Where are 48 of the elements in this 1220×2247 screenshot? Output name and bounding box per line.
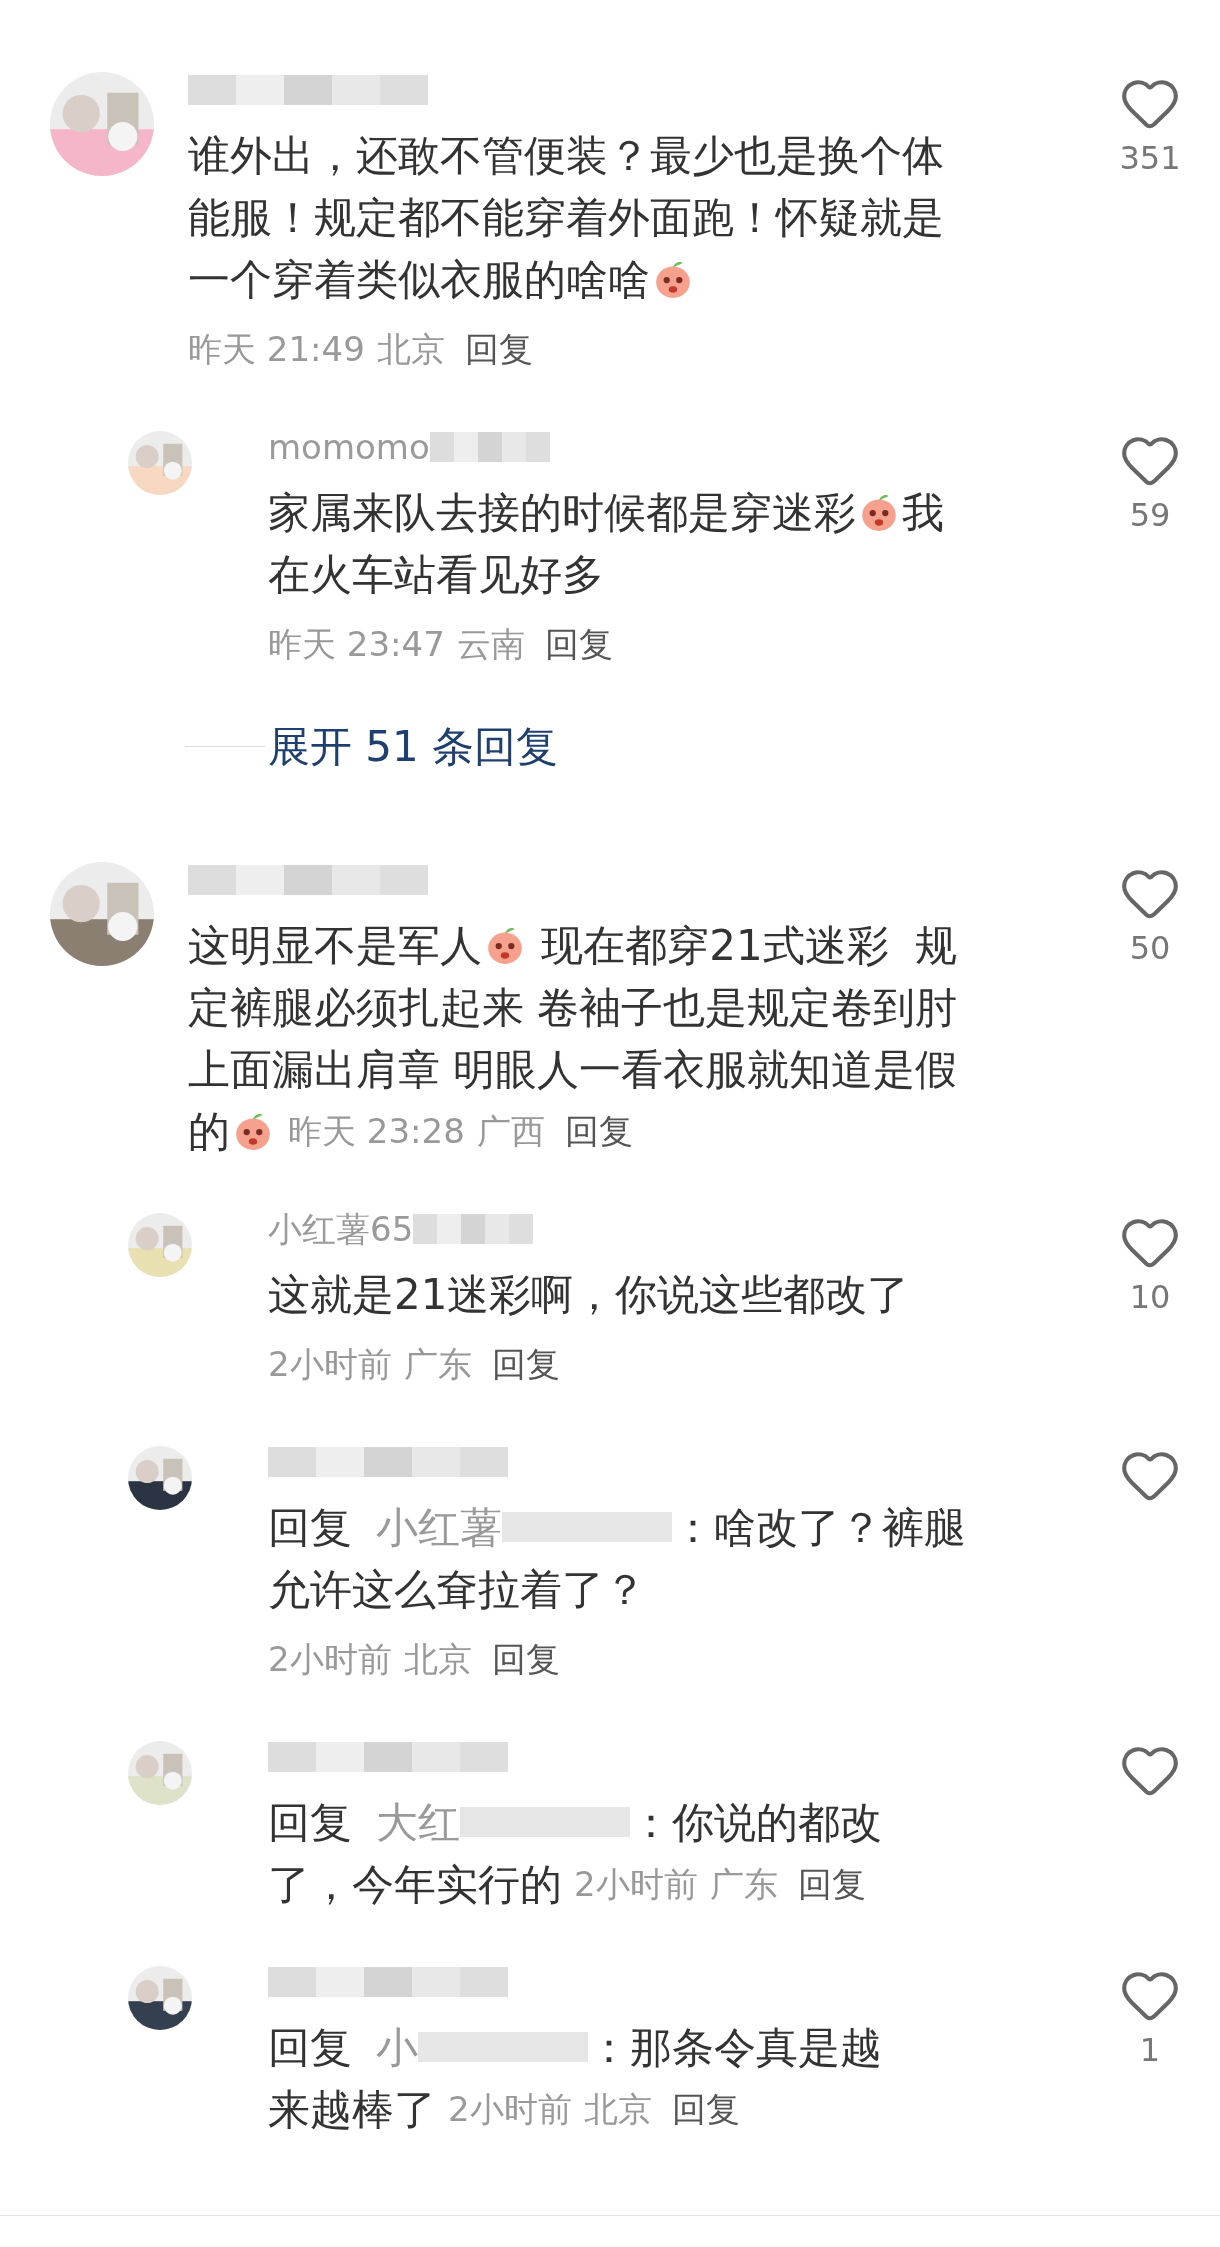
comment-text: 一个穿着类似衣服的啥啥 (188, 253, 650, 306)
like-count: 351 (1119, 138, 1181, 179)
reply-link[interactable]: 回复 (491, 1633, 560, 1685)
comment-location: 广东 (709, 1862, 778, 1906)
comment-text: 谁外出，还敢不管便装？最少也是换个体 (188, 129, 944, 182)
comment-time: 2小时前 (448, 2087, 572, 2131)
comment-text: 了，今年实行的 (268, 1858, 562, 1911)
reply-link[interactable]: 回复 (671, 2083, 740, 2135)
expand-replies-link[interactable]: 展开 51 条回复 (268, 715, 559, 778)
reply-link[interactable]: 回复 (464, 323, 533, 375)
like-count: 10 (1129, 1277, 1171, 1318)
comment-text: 定裤腿必须扎起来 卷袖子也是规定卷到肘 (188, 981, 958, 1034)
comment-time: 昨天 21:49 (188, 327, 365, 371)
comment-text: ：你说的都改 (630, 1796, 882, 1849)
comment-location: 广东 (403, 1342, 472, 1386)
comment-location: 云南 (456, 622, 525, 666)
comment-time: 昨天 23:28 (288, 1109, 465, 1153)
comment-location: 北京 (583, 2087, 652, 2131)
comment-time: 2小时前 (268, 1637, 392, 1681)
comment-location: 北京 (376, 327, 445, 371)
reply-prefix: 回复 (268, 1501, 352, 1554)
reply-prefix: 回复 (268, 2021, 352, 2074)
comment-text: 这明显不是军人 (188, 919, 482, 972)
reply-link[interactable]: 回复 (491, 1338, 560, 1390)
reply-prefix: 回复 (268, 1796, 352, 1849)
comment-text: 家属来队去接的时候都是穿迷彩 (268, 486, 856, 539)
comment-text: 上面漏出肩章 明眼人一看衣服就知道是假 (188, 1043, 958, 1096)
comment-time: 2小时前 (574, 1862, 698, 1906)
comment-text: ：那条令真是越 (588, 2021, 882, 2074)
comment-time: 昨天 23:47 (268, 622, 445, 666)
comment-text: 的 (188, 1105, 230, 1158)
comment-location: 北京 (403, 1637, 472, 1681)
comment-location: 广西 (476, 1109, 545, 1153)
reply-link[interactable]: 回复 (544, 618, 613, 670)
comment-text: ：啥改了？裤腿 (672, 1501, 966, 1554)
like-count: 1 (1139, 2030, 1161, 2071)
like-count: 50 (1129, 928, 1171, 969)
comment-text: 能服！规定都不能穿着外面跑！怀疑就是 (188, 191, 944, 244)
reply-link[interactable]: 回复 (797, 1858, 866, 1910)
comment-text: 来越棒了 (268, 2083, 436, 2136)
reply-link[interactable]: 回复 (564, 1105, 633, 1157)
comment-text: 允许这么耷拉着了？ (268, 1563, 646, 1616)
comment-text: 这就是21迷彩啊，你说这些都改了 (268, 1268, 910, 1321)
comment-time: 2小时前 (268, 1342, 392, 1386)
comment-text: 在火车站看见好多 (268, 548, 604, 601)
like-count: 59 (1129, 495, 1171, 536)
comment-text: 我 (902, 486, 944, 539)
comment-text: 现在都穿21式迷彩 规 (540, 919, 958, 972)
